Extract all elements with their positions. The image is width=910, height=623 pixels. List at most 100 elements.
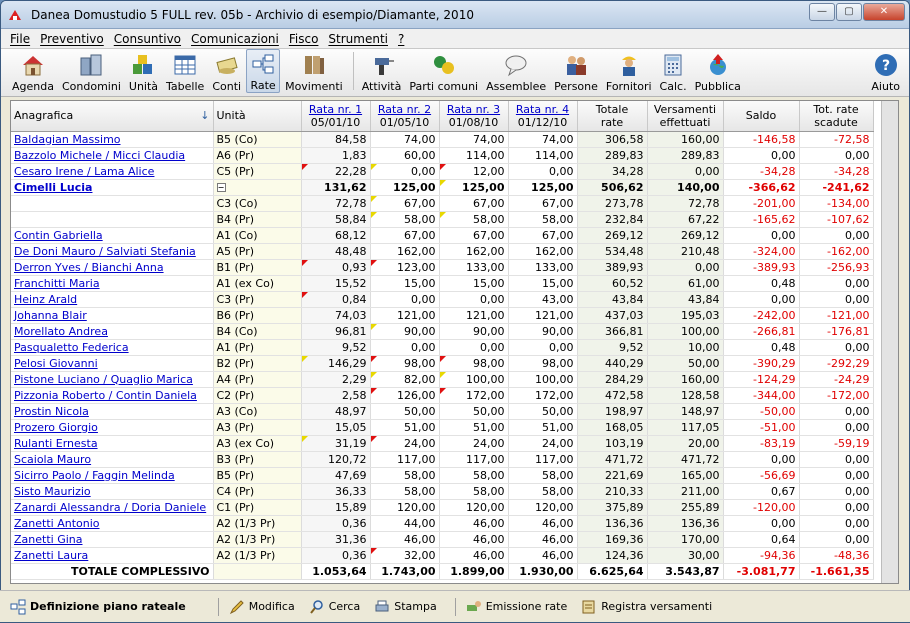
cell-anagrafica[interactable]: Sicirro Paolo / Faggin Melinda <box>11 467 214 484</box>
cell-versamenti: 269,12 <box>647 227 724 244</box>
table-row[interactable]: Bazzolo Michele / Micci Claudia A6 (Pr) 1,… <box>11 147 874 164</box>
table-row[interactable]: Prostin Nicola A3 (Co) 48,97 50,00 50,00 50,0… <box>11 403 874 420</box>
header-anagrafica[interactable]: Anagrafica ↓ <box>11 101 214 132</box>
cell-anagrafica[interactable]: Cesaro Irene / Lama Alice <box>11 163 214 180</box>
cell-unita: A3 (Pr) <box>213 419 302 436</box>
table-row[interactable]: C3 (Co) 72,78 67,00 67,00 67,00 273,78 72,78 -2… <box>11 195 874 212</box>
cell-anagrafica[interactable]: Cimelli Lucia <box>11 179 214 196</box>
table-row[interactable]: Heinz Arald C3 (Pr) 0,84 0,00 0,00 43,00 43,84… <box>11 291 874 308</box>
emissione-rate-button[interactable]: Emissione rate <box>466 599 567 615</box>
header-rata-2[interactable]: Rata nr. 2 01/05/10 <box>370 101 440 132</box>
toolbar-movimenti-button[interactable]: Movimenti <box>282 49 346 93</box>
header-rata-3[interactable]: Rata nr. 3 01/08/10 <box>439 101 509 132</box>
registra-versamenti-button[interactable]: Registra versamenti <box>581 599 712 615</box>
toolbar-tabelle-button[interactable]: Tabelle <box>163 49 207 93</box>
cell-anagrafica[interactable]: Prozero Giorgio <box>11 419 214 436</box>
maximize-button[interactable]: ▢ <box>836 2 862 21</box>
cell-anagrafica[interactable]: Derron Yves / Bianchi Anna <box>11 259 214 276</box>
table-row[interactable]: Rulanti Ernesta A3 (ex Co) 31,19 24,00 24,00… <box>11 435 874 452</box>
cell-anagrafica[interactable]: Pistone Luciano / Quaglio Marica <box>11 371 214 388</box>
cell-anagrafica[interactable]: Rulanti Ernesta <box>11 435 214 452</box>
menu-preventivo[interactable]: Preventivo <box>35 32 109 46</box>
header-saldo[interactable]: Saldo <box>723 101 800 132</box>
table-row[interactable]: Sisto Maurizio C4 (Pr) 36,33 58,00 58,00 58,0… <box>11 483 874 500</box>
cell-anagrafica[interactable]: Scaiola Mauro <box>11 451 214 468</box>
toolbar-rate-button[interactable]: Rate <box>246 49 281 93</box>
cell-anagrafica[interactable]: Pelosi Giovanni <box>11 355 214 372</box>
table-row[interactable]: Pistone Luciano / Quaglio Marica A4 (Pr) 2… <box>11 371 874 388</box>
collapse-toggle-icon[interactable]: − <box>216 183 226 192</box>
table-row[interactable]: B4 (Pr) 58,84 58,00 58,00 58,00 232,84 67,22 -1… <box>11 211 874 228</box>
table-row[interactable]: Cimelli Lucia −131,62 125,00 125,00 125,00 50… <box>11 179 874 196</box>
cell-rata-2: 98,00 <box>370 355 440 372</box>
cell-rata-3: 67,00 <box>439 195 509 212</box>
cerca-button[interactable]: Cerca <box>309 599 360 615</box>
cell-anagrafica[interactable]: Zanetti Laura <box>11 547 214 564</box>
table-row[interactable]: Contin Gabriella A1 (Co) 68,12 67,00 67,00 67… <box>11 227 874 244</box>
cell-anagrafica[interactable]: Johanna Blair <box>11 307 214 324</box>
table-row[interactable]: Johanna Blair B6 (Pr) 74,03 121,00 121,00 121… <box>11 307 874 324</box>
cell-anagrafica[interactable]: De Doni Mauro / Salviati Stefania <box>11 243 214 260</box>
table-row[interactable]: Zanetti Gina A2 (1/3 Pr) 31,36 46,00 46,00 46… <box>11 531 874 548</box>
minimize-button[interactable]: — <box>809 2 835 21</box>
header-tot-rate-scadute[interactable]: Tot. rate scadute <box>799 101 874 132</box>
cell-anagrafica[interactable]: Morellato Andrea <box>11 323 214 340</box>
table-row[interactable]: De Doni Mauro / Salviati Stefania A5 (Pr)… <box>11 243 874 260</box>
menu-help[interactable]: ? <box>393 32 409 46</box>
table-row[interactable]: Franchitti Maria A1 (ex Co) 15,52 15,00 15,0… <box>11 275 874 292</box>
cell-anagrafica[interactable]: Zanetti Gina <box>11 531 214 548</box>
toolbar-fornitori-button[interactable]: Fornitori <box>603 49 655 93</box>
cell-anagrafica[interactable]: Contin Gabriella <box>11 227 214 244</box>
cell-saldo: 0,00 <box>723 515 800 532</box>
stampa-button[interactable]: Stampa <box>374 599 437 615</box>
header-rata-4[interactable]: Rata nr. 4 01/12/10 <box>508 101 578 132</box>
header-unita[interactable]: Unità <box>213 101 302 132</box>
table-row[interactable]: Baldagian Massimo B5 (Co) 84,58 74,00 74,00 7… <box>11 131 874 148</box>
cell-anagrafica[interactable]: Pizzonia Roberto / Contin Daniela <box>11 387 214 404</box>
table-row[interactable]: Cesaro Irene / Lama Alice C5 (Pr) 22,28 0,0… <box>11 163 874 180</box>
menu-fisco[interactable]: Fisco <box>284 32 324 46</box>
toolbar-unita-button[interactable]: Unità <box>126 49 161 93</box>
header-totale-rate[interactable]: Totale rate <box>577 101 648 132</box>
toolbar-pubblica-button[interactable]: Pubblica <box>692 49 744 93</box>
table-row[interactable]: Prozero Giorgio A3 (Pr) 15,05 51,00 51,00 51,… <box>11 419 874 436</box>
toolbar-attivita-button[interactable]: Attività <box>359 49 405 93</box>
cell-anagrafica[interactable]: Sisto Maurizio <box>11 483 214 500</box>
table-row[interactable]: Zanetti Laura A2 (1/3 Pr) 0,36 32,00 46,00 46… <box>11 547 874 564</box>
header-rata-1[interactable]: Rata nr. 1 05/01/10 <box>301 101 371 132</box>
toolbar-parti-comuni-button[interactable]: Parti comuni <box>406 49 481 93</box>
rate-grid[interactable]: Anagrafica ↓ Unità Rata nr. 1 05/01/10 Rat… <box>10 100 899 584</box>
menu-consuntivo[interactable]: Consuntivo <box>109 32 186 46</box>
toolbar-persone-button[interactable]: Persone <box>551 49 601 93</box>
menu-strumenti[interactable]: Strumenti <box>323 32 393 46</box>
toolbar-aiuto-button[interactable]: ? Aiuto <box>868 49 903 93</box>
cell-anagrafica[interactable]: Baldagian Massimo <box>11 131 214 148</box>
table-row[interactable]: Morellato Andrea B4 (Co) 96,81 90,00 90,00 90… <box>11 323 874 340</box>
toolbar-conti-button[interactable]: Conti <box>209 49 244 93</box>
cell-anagrafica[interactable]: Prostin Nicola <box>11 403 214 420</box>
toolbar-agenda-button[interactable]: Agenda <box>9 49 57 93</box>
table-row[interactable]: Zanetti Antonio A2 (1/3 Pr) 0,36 44,00 46,00… <box>11 515 874 532</box>
cell-anagrafica[interactable]: Zanetti Antonio <box>11 515 214 532</box>
menu-comunicazioni[interactable]: Comunicazioni <box>186 32 284 46</box>
menu-file[interactable]: File <box>5 32 35 46</box>
table-row[interactable]: Pasqualetto Federica A1 (Pr) 9,52 0,00 0,00 0… <box>11 339 874 356</box>
table-row[interactable]: Zanardi Alessandra / Doria Daniele C1 (Pr… <box>11 499 874 516</box>
vertical-scrollbar[interactable] <box>881 101 898 583</box>
cell-anagrafica[interactable]: Pasqualetto Federica <box>11 339 214 356</box>
toolbar-condomini-button[interactable]: Condomini <box>59 49 124 93</box>
close-button[interactable]: ✕ <box>863 2 905 21</box>
cell-anagrafica[interactable]: Bazzolo Michele / Micci Claudia <box>11 147 214 164</box>
table-row[interactable]: Scaiola Mauro B3 (Pr) 120,72 117,00 117,00 11… <box>11 451 874 468</box>
table-row[interactable]: Sicirro Paolo / Faggin Melinda B5 (Pr) 47,… <box>11 467 874 484</box>
header-versamenti[interactable]: Versamenti effettuati <box>647 101 724 132</box>
table-row[interactable]: Derron Yves / Bianchi Anna B1 (Pr) 0,93 123… <box>11 259 874 276</box>
cell-anagrafica[interactable]: Franchitti Maria <box>11 275 214 292</box>
cell-anagrafica[interactable]: Heinz Arald <box>11 291 214 308</box>
table-row[interactable]: Pelosi Giovanni B2 (Pr) 146,29 98,00 98,00 98… <box>11 355 874 372</box>
toolbar-calc-button[interactable]: Calc. <box>657 49 690 93</box>
toolbar-assemblee-button[interactable]: Assemblee <box>483 49 549 93</box>
modifica-button[interactable]: Modifica <box>229 599 295 615</box>
cell-anagrafica[interactable]: Zanardi Alessandra / Doria Daniele <box>11 499 214 516</box>
table-row[interactable]: Pizzonia Roberto / Contin Daniela C2 (Pr)… <box>11 387 874 404</box>
